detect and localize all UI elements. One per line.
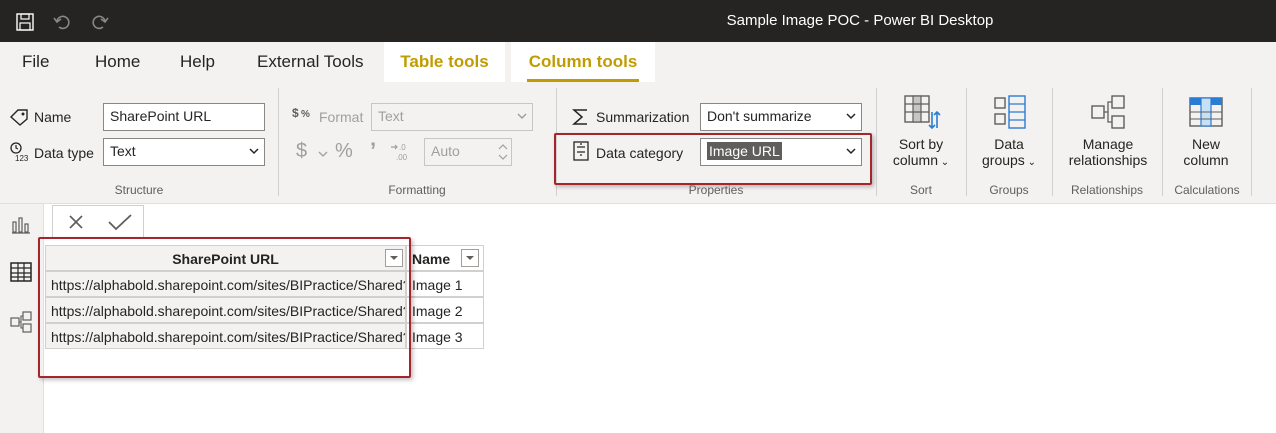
- data-type-select[interactable]: Text: [103, 138, 265, 166]
- relationships-icon: [1091, 95, 1125, 129]
- name-field[interactable]: SharePoint URL: [103, 103, 265, 131]
- new-column-icon: [1189, 97, 1223, 127]
- data-view-icon[interactable]: [9, 260, 33, 284]
- chevron-down-icon: ⌄: [1024, 157, 1036, 168]
- svg-text:%: %: [301, 109, 310, 120]
- calculations-group-label: Calculations: [1174, 183, 1240, 197]
- manage-relationships-button[interactable]: Manage relationships: [1058, 92, 1158, 168]
- column-highlight: [38, 237, 411, 378]
- relationships-group-label: Relationships: [1070, 183, 1144, 197]
- sort-group-label: Sort: [909, 183, 932, 197]
- manage-relationships-label-1: Manage: [1082, 136, 1134, 152]
- window-title: Sample Image POC - Power BI Desktop: [726, 12, 994, 29]
- title-bar: Sample Image POC - Power BI Desktop: [0, 0, 1276, 42]
- divider: [1251, 88, 1252, 196]
- sort-by-column-label-1: Sort by: [898, 136, 944, 152]
- name-label: Name: [34, 109, 72, 125]
- properties-group-label: Properties: [688, 183, 744, 197]
- commit-check-icon[interactable]: [107, 213, 133, 231]
- table-cell[interactable]: Image 1: [406, 271, 484, 297]
- column-filter-button[interactable]: [461, 249, 479, 267]
- tab-help[interactable]: Help: [180, 42, 215, 82]
- report-view-icon[interactable]: [9, 212, 33, 236]
- summarization-select[interactable]: Don't summarize: [700, 103, 862, 131]
- groups-group-label: Groups: [989, 183, 1029, 197]
- divider: [1162, 88, 1163, 196]
- chevron-down-icon: [517, 113, 527, 120]
- tab-file[interactable]: File: [22, 42, 49, 82]
- chevron-down-icon: [249, 148, 259, 155]
- manage-relationships-label-2: relationships: [1068, 152, 1148, 168]
- currency-button: $: [296, 140, 308, 162]
- summarization-label: Summarization: [596, 109, 690, 125]
- data-type-icon: 123: [9, 141, 31, 166]
- ribbon-tabs: File Home Help External Tools Table tool…: [0, 42, 1276, 82]
- table-cell[interactable]: Image 3: [406, 323, 484, 349]
- sort-by-column-icon: [904, 95, 941, 130]
- divider: [876, 88, 877, 196]
- table-cell[interactable]: Image 2: [406, 297, 484, 323]
- format-label: Format: [319, 109, 364, 125]
- structure-group-label: Structure: [114, 183, 164, 197]
- tab-column-tools[interactable]: Column tools: [511, 42, 655, 82]
- tab-table-tools[interactable]: Table tools: [384, 42, 505, 82]
- format-value: Text: [378, 108, 404, 124]
- new-column-button[interactable]: New column: [1170, 92, 1242, 168]
- ribbon: Name SharePoint URL 123 Data type Text S…: [0, 82, 1276, 204]
- cancel-icon[interactable]: [68, 214, 84, 230]
- percent-button: %: [335, 140, 353, 162]
- column-header-label: Name: [412, 251, 451, 267]
- chevron-down-icon: ⌄: [937, 157, 950, 168]
- column-header-name[interactable]: Name: [406, 245, 484, 271]
- data-groups-label-1: Data: [994, 136, 1024, 152]
- new-column-label-2: column: [1183, 152, 1229, 168]
- data-type-value: Text: [110, 143, 136, 159]
- format-icon: $%: [292, 104, 316, 127]
- sort-by-column-label-2: column: [892, 152, 938, 168]
- svg-text:.00: .00: [396, 153, 408, 162]
- data-category-highlight: [554, 133, 872, 185]
- divider: [966, 88, 967, 196]
- data-groups-label-2: groups: [982, 152, 1025, 168]
- new-column-label-1: New: [1191, 136, 1220, 152]
- svg-text:.0: .0: [399, 143, 406, 152]
- svg-text:$: $: [292, 106, 299, 120]
- tag-icon: [9, 108, 29, 129]
- divider: [278, 88, 279, 196]
- svg-text:123: 123: [15, 154, 29, 163]
- sigma-icon: [572, 107, 590, 130]
- divider: [1052, 88, 1053, 196]
- tab-external-tools[interactable]: External Tools: [257, 42, 363, 82]
- formula-bar: [52, 205, 144, 238]
- data-groups-icon: [994, 95, 1026, 129]
- tab-home[interactable]: Home: [95, 42, 140, 82]
- chevron-down-icon: [318, 151, 328, 157]
- chevron-down-icon: [846, 113, 856, 120]
- summarization-value: Don't summarize: [707, 108, 812, 124]
- spinner-icon: [498, 141, 508, 166]
- decimal-places-icon: .0.00: [389, 141, 413, 166]
- sort-by-column-button[interactable]: Sort by column ⌄: [884, 92, 958, 168]
- decimal-places-value: Auto: [431, 143, 460, 159]
- chevron-down-icon: [466, 256, 474, 260]
- format-select: Text: [371, 103, 533, 131]
- model-view-icon[interactable]: [9, 310, 33, 334]
- data-groups-button[interactable]: Data groups ⌄: [972, 92, 1046, 168]
- formatting-group-label: Formatting: [388, 183, 446, 197]
- data-type-label: Data type: [34, 145, 94, 161]
- comma-button: ’: [370, 138, 377, 163]
